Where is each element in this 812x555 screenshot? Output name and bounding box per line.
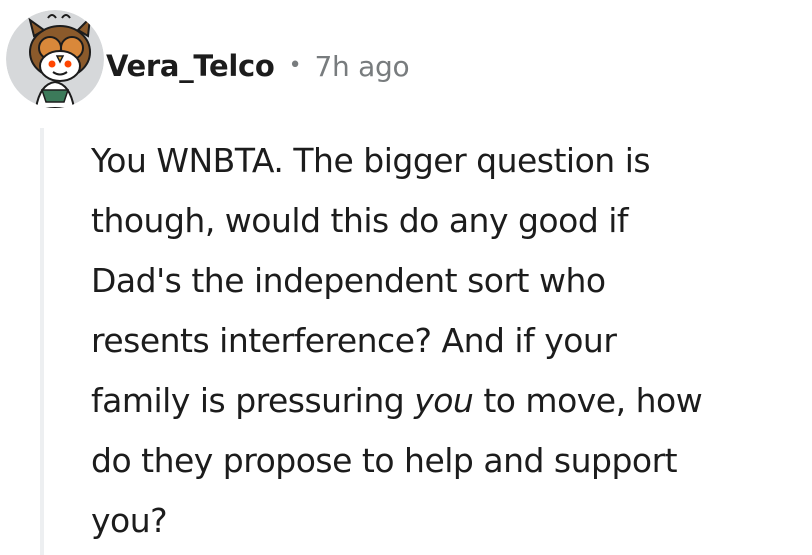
comment-body-line: you? <box>91 501 168 540</box>
comment-body-line: family is pressuring you to move, how <box>91 371 806 431</box>
comment-body-line: Dad's the independent sort who <box>91 261 606 300</box>
thread-collapse-line[interactable] <box>40 128 44 555</box>
comment-body-line: resents interference? And if your <box>91 321 617 360</box>
owl-snoo-avatar-icon <box>6 10 104 108</box>
comment-body-text: to move, how <box>473 381 703 420</box>
separator-dot: • <box>288 52 302 78</box>
avatar[interactable] <box>6 10 104 108</box>
timestamp-link[interactable]: 7h ago <box>315 50 410 83</box>
comment-body-text: family is pressuring <box>91 381 415 420</box>
comment-body: You WNBTA. The bigger question is though… <box>91 131 806 551</box>
comment-body-line: though, would this do any good if <box>91 201 629 240</box>
username-link[interactable]: Vera_Telco <box>106 49 275 83</box>
comment-body-line: You WNBTA. The bigger question is <box>91 141 651 180</box>
comment-body-line: do they propose to help and support <box>91 441 678 480</box>
comment-header: Vera_Telco • 7h ago <box>106 44 410 88</box>
comment: Vera_Telco • 7h ago You WNBTA. The bigge… <box>0 0 812 555</box>
emphasized-text: you <box>414 381 474 420</box>
